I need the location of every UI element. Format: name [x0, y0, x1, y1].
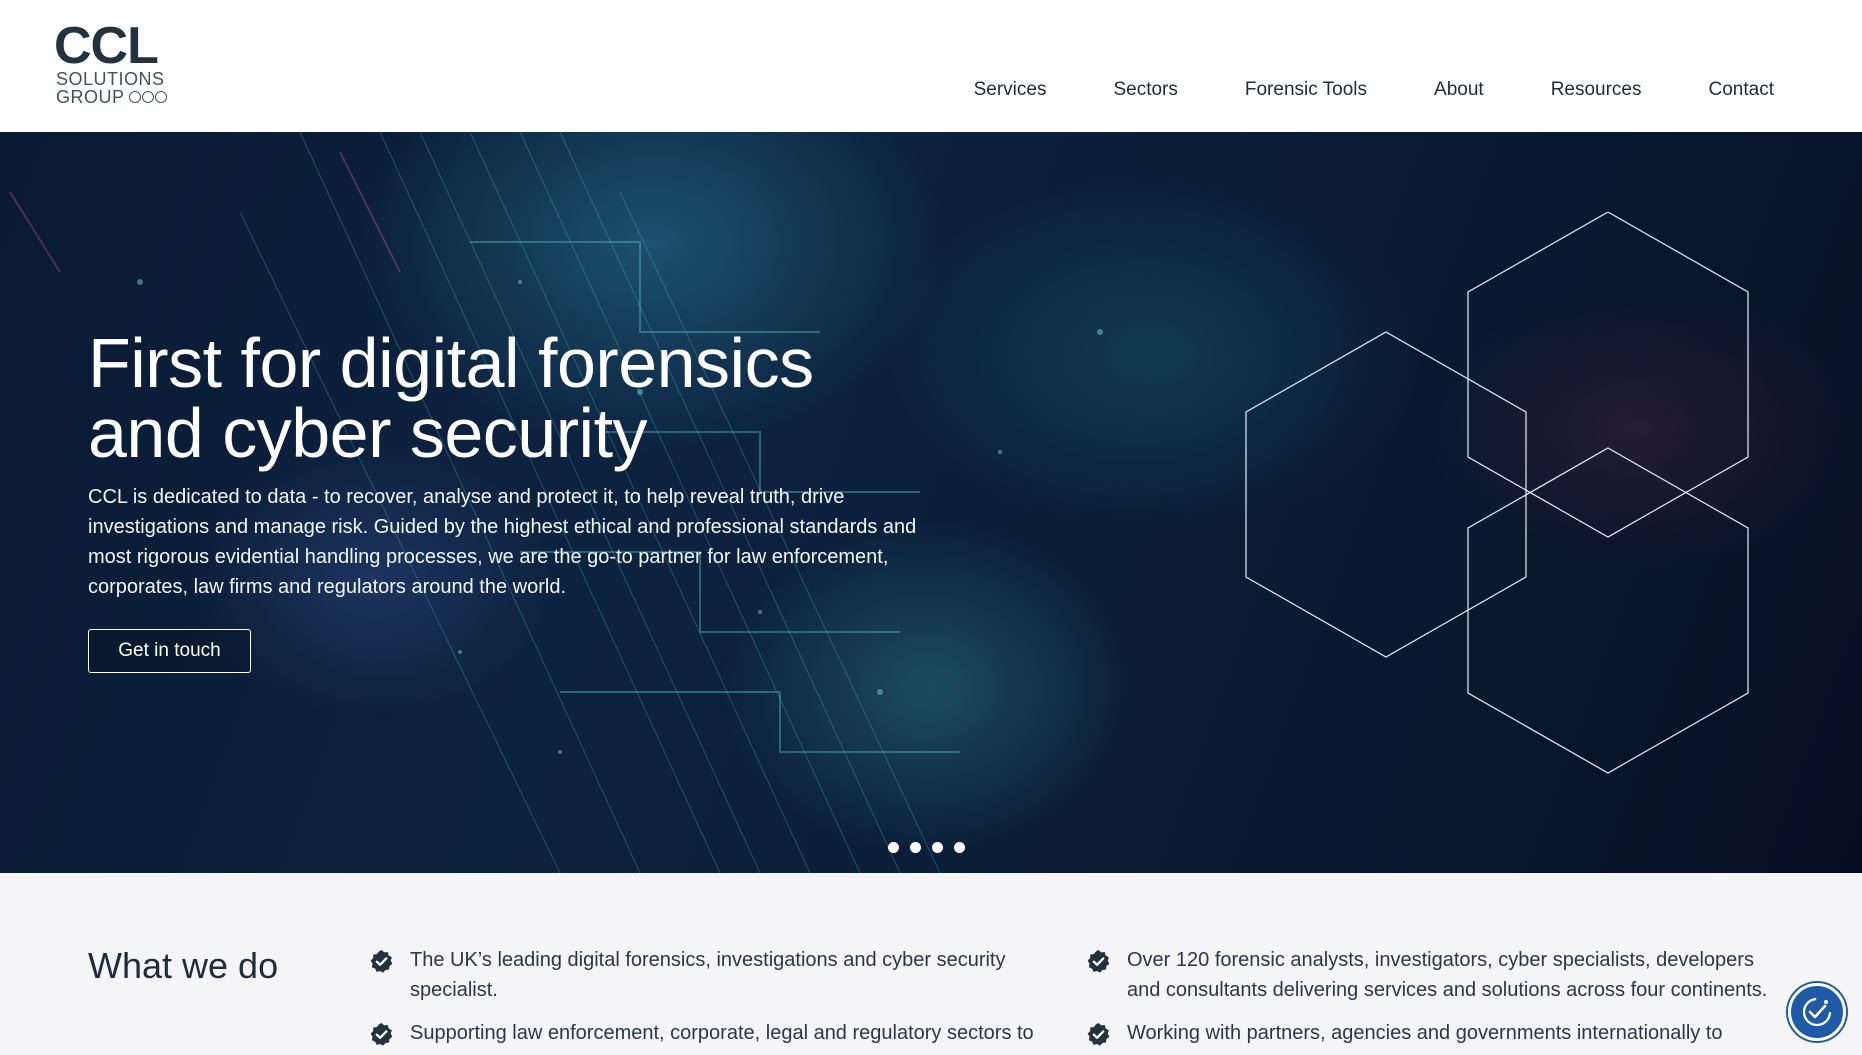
check-badge-icon — [1087, 950, 1110, 973]
carousel-dots — [888, 842, 965, 853]
what-we-do-heading: What we do — [88, 945, 279, 986]
hexagon-outline-graphic — [1245, 212, 1749, 774]
get-in-touch-button[interactable]: Get in touch — [88, 629, 251, 673]
site-header: CCL SOLUTIONS GROUP Services Sectors For… — [0, 0, 1862, 132]
check-badge-icon — [370, 1023, 393, 1046]
nav-services[interactable]: Services — [974, 76, 1047, 104]
nav-about[interactable]: About — [1434, 76, 1484, 104]
carousel-dot-2[interactable] — [910, 842, 921, 853]
nav-sectors[interactable]: Sectors — [1113, 76, 1177, 104]
logo-wordmark: CCL — [54, 17, 159, 75]
hero-banner: First for digital forensics and cyber se… — [0, 132, 1862, 873]
what-we-do-text: Supporting law enforcement, corporate, l… — [410, 1022, 1034, 1044]
check-badge-icon — [1087, 1023, 1110, 1046]
logo-line2-row: GROUP — [54, 88, 174, 106]
list-item: Over 120 forensic analysts, investigator… — [1086, 945, 1786, 1005]
what-we-do-text: Over 120 forensic analysts, investigator… — [1127, 949, 1768, 1001]
nav-resources[interactable]: Resources — [1551, 76, 1642, 104]
carousel-dot-3[interactable] — [932, 842, 943, 853]
nav-forensic-tools[interactable]: Forensic Tools — [1245, 76, 1367, 104]
logo-circles-icon — [128, 91, 167, 103]
what-we-do-section: What we do The UK’s leading digital fore… — [0, 873, 1862, 1055]
hero-description: CCL is dedicated to data - to recover, a… — [88, 486, 917, 598]
what-we-do-text: The UK’s leading digital forensics, inve… — [410, 949, 1006, 1001]
list-item: Supporting law enforcement, corporate, l… — [369, 1018, 1059, 1048]
carousel-dot-1[interactable] — [888, 842, 899, 853]
main-nav: Services Sectors Forensic Tools About Re… — [974, 76, 1774, 104]
ccl-logo[interactable]: CCL SOLUTIONS GROUP — [54, 17, 174, 112]
nav-contact[interactable]: Contact — [1709, 76, 1774, 104]
hero-heading-line2: and cyber security — [88, 394, 648, 472]
list-item: The UK’s leading digital forensics, inve… — [369, 945, 1059, 1005]
accessibility-button[interactable] — [1788, 983, 1846, 1041]
hero-heading: First for digital forensics and cyber se… — [88, 328, 988, 468]
what-we-do-text: Working with partners, agencies and gove… — [1127, 1022, 1723, 1044]
carousel-dot-4[interactable] — [954, 842, 965, 853]
check-badge-icon — [370, 950, 393, 973]
logo-line1: SOLUTIONS — [56, 69, 165, 89]
accessibility-icon — [1802, 997, 1832, 1027]
list-item: Working with partners, agencies and gove… — [1086, 1018, 1786, 1048]
hero-heading-line1: First for digital forensics — [88, 324, 814, 402]
logo-line2: GROUP — [56, 87, 125, 107]
